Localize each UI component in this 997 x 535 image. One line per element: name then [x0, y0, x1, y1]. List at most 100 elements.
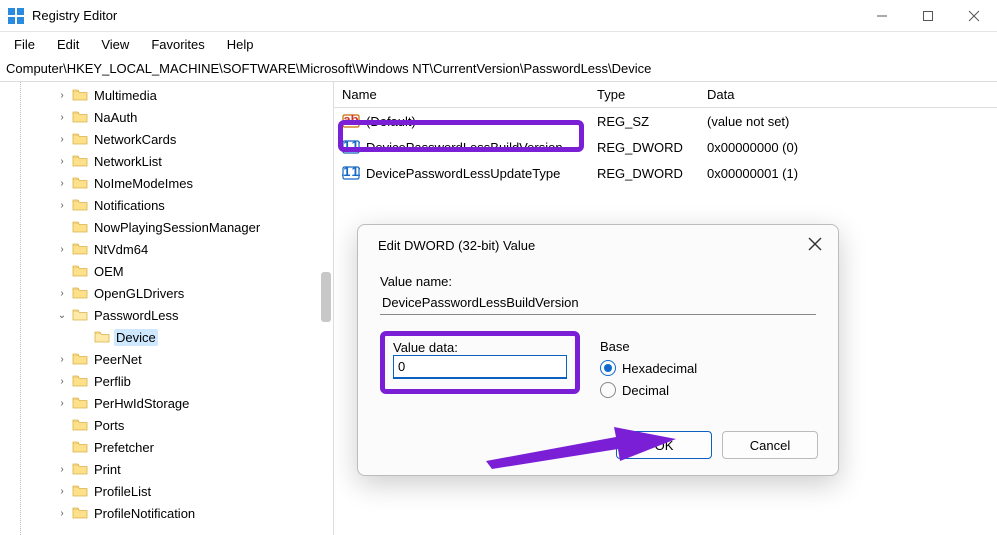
tree-item[interactable]: NaAuth	[8, 106, 333, 128]
chevron-right-icon[interactable]	[56, 178, 68, 189]
tree-item[interactable]: Ports	[8, 414, 333, 436]
binary-value-icon: 011 110	[342, 164, 360, 182]
dialog-close-button[interactable]	[808, 237, 822, 254]
folder-icon	[72, 154, 88, 168]
tree-pane[interactable]: MultimediaNaAuth NetworkCards NetworkList N…	[0, 82, 334, 535]
tree-item-label: ProfileList	[92, 483, 153, 500]
tree-item[interactable]: PeerNet	[8, 348, 333, 370]
tree-item[interactable]: Notifications	[8, 194, 333, 216]
menu-favorites[interactable]: Favorites	[141, 35, 214, 54]
folder-icon	[72, 484, 88, 498]
chevron-right-icon[interactable]	[56, 398, 68, 409]
tree-item[interactable]: NetworkCards	[8, 128, 333, 150]
tree-item[interactable]: NoImeModeImes	[8, 172, 333, 194]
chevron-right-icon[interactable]	[56, 200, 68, 211]
chevron-right-icon[interactable]	[56, 90, 68, 101]
maximize-button[interactable]	[905, 0, 951, 31]
tree-item[interactable]: NtVdm64	[8, 238, 333, 260]
tree-item-label: Prefetcher	[92, 439, 156, 456]
column-header-name[interactable]: Name	[334, 87, 589, 102]
folder-icon	[72, 396, 88, 410]
value-data: 0x00000000 (0)	[699, 140, 997, 155]
menu-bar: File Edit View Favorites Help	[0, 32, 997, 56]
folder-icon	[72, 374, 88, 388]
chevron-right-icon[interactable]	[56, 354, 68, 365]
value-name: DevicePasswordLessBuildVersion	[366, 140, 563, 155]
tree-item[interactable]: Multimedia	[8, 84, 333, 106]
tree-item[interactable]: NowPlayingSessionManager	[8, 216, 333, 238]
value-data-field[interactable]	[393, 355, 567, 379]
tree-item[interactable]: OEM	[8, 260, 333, 282]
value-name-field[interactable]	[380, 291, 816, 315]
folder-icon	[72, 110, 88, 124]
app-icon	[8, 8, 24, 24]
tree-item[interactable]: ProfileNotification	[8, 502, 333, 524]
dialog-title: Edit DWORD (32-bit) Value	[378, 238, 535, 253]
annotation-highlight: Value data:	[380, 331, 580, 394]
chevron-right-icon[interactable]	[56, 244, 68, 255]
chevron-right-icon[interactable]	[56, 508, 68, 519]
folder-icon	[72, 264, 88, 278]
chevron-right-icon[interactable]	[56, 134, 68, 145]
tree-item-label: NowPlayingSessionManager	[92, 219, 262, 236]
menu-file[interactable]: File	[4, 35, 45, 54]
chevron-down-icon[interactable]	[56, 310, 68, 321]
minimize-button[interactable]	[859, 0, 905, 31]
tree-item[interactable]: Device	[8, 326, 333, 348]
folder-icon	[72, 506, 88, 520]
folder-icon	[94, 330, 110, 344]
value-name: DevicePasswordLessUpdateType	[366, 166, 560, 181]
tree-item[interactable]: PerHwIdStorage	[8, 392, 333, 414]
folder-icon	[72, 198, 88, 212]
value-data: 0x00000001 (1)	[699, 166, 997, 181]
list-row[interactable]: 011 110DevicePasswordLessBuildVersionREG…	[334, 134, 997, 160]
edit-dword-dialog: Edit DWORD (32-bit) Value Value name: Va…	[357, 224, 839, 476]
svg-text:011 110: 011 110	[342, 164, 360, 179]
folder-icon	[72, 440, 88, 454]
tree-item[interactable]: ProfileList	[8, 480, 333, 502]
scrollbar-thumb[interactable]	[321, 272, 331, 322]
chevron-right-icon[interactable]	[56, 156, 68, 167]
tree-item[interactable]: Prefetcher	[8, 436, 333, 458]
list-row[interactable]: ab(Default)REG_SZ(value not set)	[334, 108, 997, 134]
column-header-type[interactable]: Type	[589, 87, 699, 102]
radio-dec-label: Decimal	[622, 383, 669, 398]
ok-button[interactable]: OK	[616, 431, 712, 459]
menu-edit[interactable]: Edit	[47, 35, 89, 54]
folder-icon	[72, 242, 88, 256]
address-bar[interactable]: Computer\HKEY_LOCAL_MACHINE\SOFTWARE\Mic…	[0, 56, 997, 82]
tree-item-label: PerHwIdStorage	[92, 395, 191, 412]
folder-icon	[72, 418, 88, 432]
radio-hex-label: Hexadecimal	[622, 361, 697, 376]
cancel-button[interactable]: Cancel	[722, 431, 818, 459]
tree-item-label: NetworkCards	[92, 131, 178, 148]
tree-item[interactable]: OpenGLDrivers	[8, 282, 333, 304]
tree-item-label: NetworkList	[92, 153, 164, 170]
menu-help[interactable]: Help	[217, 35, 264, 54]
tree-item-label: NtVdm64	[92, 241, 150, 258]
chevron-right-icon[interactable]	[56, 288, 68, 299]
tree-item-label: Notifications	[92, 197, 167, 214]
column-header-data[interactable]: Data	[699, 87, 997, 102]
chevron-right-icon[interactable]	[56, 486, 68, 497]
tree-item[interactable]: NetworkList	[8, 150, 333, 172]
radio-icon	[600, 382, 616, 398]
chevron-right-icon[interactable]	[56, 112, 68, 123]
chevron-right-icon[interactable]	[56, 464, 68, 475]
value-name-label: Value name:	[380, 274, 816, 289]
tree-item[interactable]: Print	[8, 458, 333, 480]
value-data-label: Value data:	[393, 340, 567, 355]
radio-hexadecimal[interactable]: Hexadecimal	[600, 360, 816, 376]
menu-view[interactable]: View	[91, 35, 139, 54]
tree-item[interactable]: PasswordLess	[8, 304, 333, 326]
close-button[interactable]	[951, 0, 997, 31]
radio-decimal[interactable]: Decimal	[600, 382, 816, 398]
tree-item[interactable]: Perflib	[8, 370, 333, 392]
list-row[interactable]: 011 110 DevicePasswordLessUpdateType REG_D…	[334, 160, 997, 186]
value-type: REG_DWORD	[589, 166, 699, 181]
tree-item-label: NoImeModeImes	[92, 175, 195, 192]
window-title: Registry Editor	[32, 8, 859, 23]
chevron-right-icon[interactable]	[56, 376, 68, 387]
value-type: REG_DWORD	[589, 140, 699, 155]
tree-item-label: PasswordLess	[92, 307, 181, 324]
